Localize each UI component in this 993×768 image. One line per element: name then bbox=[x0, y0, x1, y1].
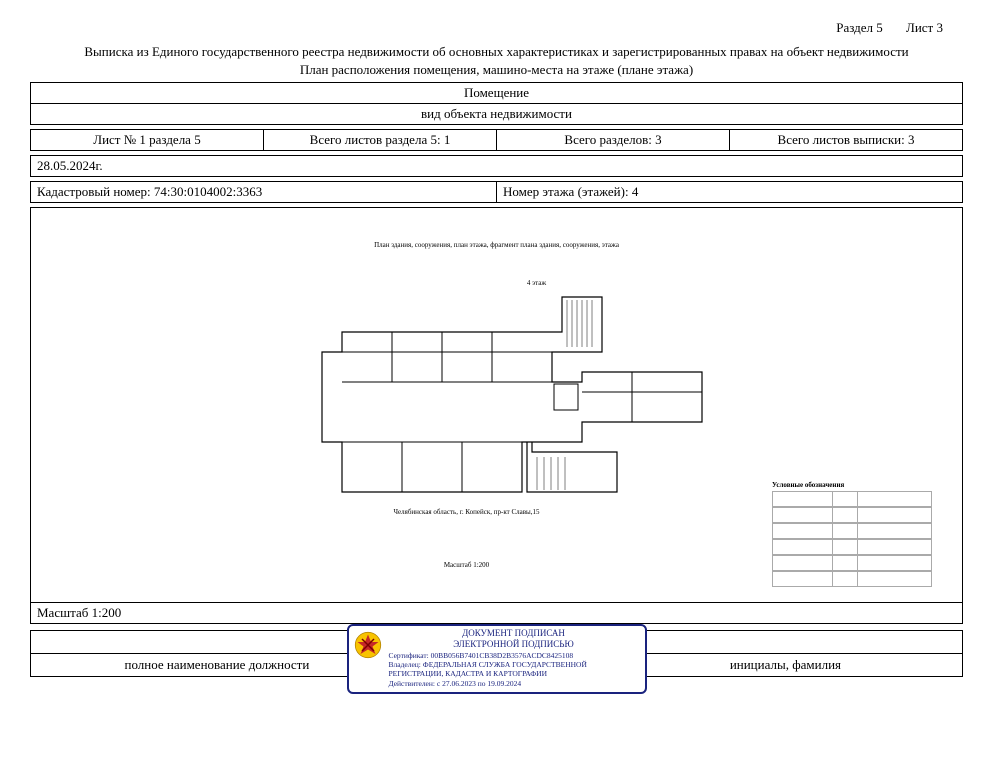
sheet-label: Лист 3 bbox=[906, 20, 943, 35]
legend-title: Условные обозначения bbox=[772, 481, 932, 489]
document-title-2: План расположения помещения, машино-мест… bbox=[30, 62, 963, 78]
date-row: 28.05.2024г. bbox=[30, 155, 963, 177]
plan-caption: План здания, сооружения, план этажа, фра… bbox=[37, 241, 956, 249]
legend-row bbox=[772, 555, 932, 571]
legend-row bbox=[772, 507, 932, 523]
scale-row: Масштаб 1:200 bbox=[31, 603, 963, 624]
initials-label: инициалы, фамилия bbox=[608, 654, 962, 677]
object-subtype: вид объекта недвижимости bbox=[31, 104, 963, 125]
document-title-1: Выписка из Единого государственного реес… bbox=[30, 44, 963, 60]
cadastral-number: Кадастровый номер: 74:30:0104002:3363 bbox=[31, 182, 497, 203]
page-header-right: Раздел 5 Лист 3 bbox=[30, 20, 963, 36]
floor-number: Номер этажа (этажей): 4 bbox=[497, 182, 963, 203]
object-type: Помещение bbox=[31, 83, 963, 104]
stamp-cert: Сертификат: 00BB056B7401CB38D2B3576ACDC8… bbox=[389, 651, 639, 660]
legend-row bbox=[772, 523, 932, 539]
legend-row bbox=[772, 571, 932, 587]
stamp-line2: ЭЛЕКТРОННОЙ ПОДПИСЬЮ bbox=[389, 639, 639, 650]
footer: полное наименование должности инициалы, … bbox=[30, 630, 963, 677]
digital-signature-stamp: ДОКУМЕНТ ПОДПИСАН ЭЛЕКТРОННОЙ ПОДПИСЬЮ С… bbox=[347, 624, 647, 694]
total-sheets-extract: Всего листов выписки: 3 bbox=[730, 130, 963, 151]
stamp-line1: ДОКУМЕНТ ПОДПИСАН bbox=[389, 628, 639, 639]
total-sheets-section: Всего листов раздела 5: 1 bbox=[264, 130, 497, 151]
plan-legend: Условные обозначения bbox=[772, 481, 932, 587]
document-date: 28.05.2024г. bbox=[31, 156, 963, 177]
total-sections: Всего разделов: 3 bbox=[497, 130, 730, 151]
plan-floor-label: 4 этаж bbox=[117, 279, 956, 287]
object-type-table: Помещение вид объекта недвижимости bbox=[30, 82, 963, 125]
floor-plan-drawing bbox=[282, 292, 712, 502]
sheet-of-section: Лист № 1 раздела 5 bbox=[31, 130, 264, 151]
legend-row bbox=[772, 539, 932, 555]
plan-table: План здания, сооружения, план этажа, фра… bbox=[30, 207, 963, 624]
cadastral-row: Кадастровый номер: 74:30:0104002:3363 Но… bbox=[30, 181, 963, 203]
emblem-icon bbox=[353, 630, 383, 660]
meta-row: Лист № 1 раздела 5 Всего листов раздела … bbox=[30, 129, 963, 151]
stamp-owner: Владелец: ФЕДЕРАЛЬНАЯ СЛУЖБА ГОСУДАРСТВЕ… bbox=[389, 660, 639, 679]
legend-row bbox=[772, 491, 932, 507]
section-label: Раздел 5 bbox=[836, 20, 883, 35]
floor-plan-cell: План здания, сооружения, план этажа, фра… bbox=[31, 208, 963, 603]
stamp-valid: Действителен: с 27.06.2023 по 19.09.2024 bbox=[389, 679, 639, 688]
